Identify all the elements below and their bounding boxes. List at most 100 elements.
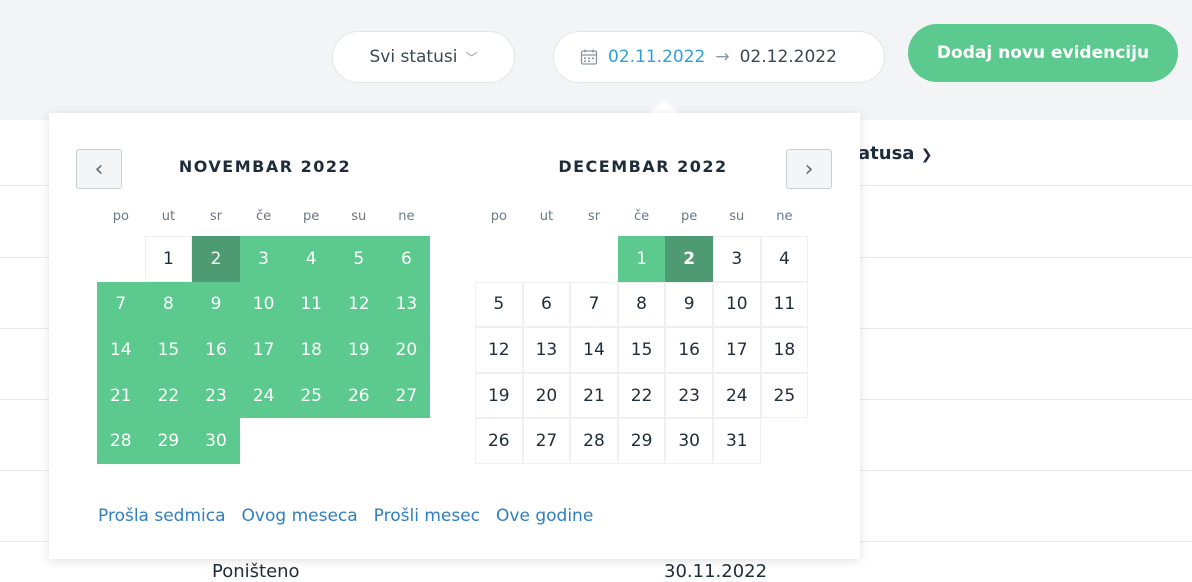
calendar-day[interactable]: 21	[97, 372, 145, 419]
calendar-day[interactable]: 11	[760, 281, 809, 328]
weekday-label: sr	[209, 209, 223, 224]
date-range-picker[interactable]: 02.11.2022 → 02.12.2022	[553, 31, 885, 83]
calendar-day[interactable]: 21	[570, 372, 618, 419]
calendar-day[interactable]: 8	[144, 281, 193, 328]
status-filter-dropdown[interactable]: Svi statusi ﹀	[332, 31, 515, 83]
weekday-label: ut	[161, 209, 176, 224]
calendar-icon	[580, 48, 598, 66]
calendar-day[interactable]: 4	[760, 236, 809, 282]
month-title: DECEMBAR 2022	[558, 157, 728, 176]
weekday-label: ne	[398, 209, 415, 224]
calendar-day[interactable]: 27	[382, 372, 431, 419]
quick-link-last-week[interactable]: Prošla sedmica	[98, 506, 226, 526]
calendar-day[interactable]: 7	[97, 281, 145, 328]
calendar-day[interactable]: 24	[239, 372, 288, 419]
calendar-day[interactable]: 25	[760, 372, 809, 419]
weekday-label: če	[256, 209, 272, 224]
table-cell: 30.11.2022	[664, 561, 768, 582]
calendar-day[interactable]: 30	[192, 418, 240, 464]
calendar-day[interactable]: 18	[760, 327, 809, 373]
calendar-day[interactable]: 13	[382, 281, 431, 328]
calendar-day[interactable]: 12	[334, 281, 383, 328]
empty-cell	[97, 236, 145, 282]
status-column-label: atusa	[858, 143, 915, 164]
calendar-day[interactable]: 9	[192, 281, 240, 328]
calendar-day[interactable]: 31	[712, 418, 761, 464]
calendar-day[interactable]: 18	[287, 327, 335, 373]
day-grid: 1 2 3 4 5 6 7 8 9 10 11 12 13 14 15 16 17 18 19 20 21 22 23 24 2…	[97, 236, 431, 464]
calendar-day[interactable]: 3	[712, 236, 761, 282]
empty-cell	[570, 236, 618, 282]
calendar-day[interactable]: 26	[334, 372, 383, 419]
calendar-day[interactable]: 15	[617, 327, 666, 373]
weekday-label: sr	[587, 209, 601, 224]
calendar-day[interactable]: 1	[144, 236, 193, 282]
status-filter-label: Svi statusi	[369, 47, 458, 67]
weekday-label: ne	[776, 209, 793, 224]
calendar-day[interactable]: 28	[570, 418, 618, 464]
calendar-day[interactable]: 6	[382, 236, 431, 282]
weekday-label: po	[490, 209, 507, 224]
popup-caret	[650, 99, 678, 113]
calendar-day[interactable]: 23	[192, 372, 240, 419]
weekday-label: po	[112, 209, 129, 224]
calendar-day[interactable]: 15	[144, 327, 193, 373]
date-from[interactable]: 02.11.2022	[608, 47, 705, 67]
calendar-day[interactable]: 23	[665, 372, 713, 419]
quick-range-links: Prošla sedmica Ovog meseca Prošli mesec …	[98, 506, 593, 526]
table-cell: Poništeno	[212, 561, 300, 582]
calendar-day[interactable]: 10	[712, 281, 761, 328]
calendar-day[interactable]: 13	[522, 327, 571, 373]
calendar-day[interactable]: 2	[192, 236, 240, 282]
calendar-day[interactable]: 1	[617, 236, 666, 282]
empty-cell	[523, 236, 571, 282]
calendar-day[interactable]: 5	[475, 281, 523, 328]
calendar-day[interactable]: 10	[239, 281, 288, 328]
calendar-day[interactable]: 3	[239, 236, 288, 282]
calendar-day[interactable]: 22	[144, 372, 193, 419]
calendar-day[interactable]: 11	[287, 281, 335, 328]
calendar-day[interactable]: 17	[712, 327, 761, 373]
calendar-day[interactable]: 16	[192, 327, 240, 373]
month-title: NOVEMBAR 2022	[178, 157, 352, 176]
date-to[interactable]: 02.12.2022	[740, 47, 837, 67]
weekday-label: pe	[303, 209, 320, 224]
calendar-day[interactable]: 20	[382, 327, 431, 373]
weekday-label: su	[729, 209, 745, 224]
calendar-day[interactable]: 19	[334, 327, 383, 373]
status-column-header[interactable]: atusa ❯	[858, 143, 932, 164]
calendar-day[interactable]: 29	[617, 418, 666, 464]
calendar-day[interactable]: 19	[475, 372, 523, 419]
chevron-down-icon: ﹀	[465, 50, 478, 65]
calendar-day[interactable]: 28	[97, 418, 145, 464]
quick-link-last-month[interactable]: Prošli mesec	[374, 506, 480, 526]
calendar-day[interactable]: 30	[665, 418, 713, 464]
toolbar: Svi statusi ﹀ 02.11.2022 → 02.12.2022 Do…	[0, 0, 1192, 120]
calendar-day[interactable]: 9	[665, 281, 713, 328]
quick-link-this-month[interactable]: Ovog meseca	[242, 506, 358, 526]
weekday-label: pe	[681, 209, 698, 224]
calendar-day[interactable]: 7	[570, 281, 618, 328]
calendar-day[interactable]: 5	[334, 236, 383, 282]
calendar-day[interactable]: 8	[617, 281, 666, 328]
calendar-day[interactable]: 14	[97, 327, 145, 373]
quick-link-this-year[interactable]: Ove godine	[496, 506, 593, 526]
calendar-day[interactable]: 22	[617, 372, 666, 419]
calendar-day[interactable]: 29	[144, 418, 193, 464]
chevron-down-icon: ❯	[920, 147, 933, 163]
calendar-day[interactable]: 2	[665, 236, 713, 282]
calendar-day[interactable]: 26	[475, 418, 523, 464]
day-grid: 1 2 3 4 5 6 7 8 9 10 11 12 13 14 15 16 17 18 19 20 21 22 23 24 2…	[475, 236, 809, 464]
calendar-day[interactable]: 12	[475, 327, 523, 373]
calendar-day[interactable]: 20	[522, 372, 571, 419]
calendar-day[interactable]: 24	[712, 372, 761, 419]
calendar-day[interactable]: 25	[287, 372, 335, 419]
arrow-right-icon: →	[715, 47, 730, 67]
calendar-day[interactable]: 27	[522, 418, 571, 464]
calendar-day[interactable]: 17	[239, 327, 288, 373]
calendar-day[interactable]: 4	[287, 236, 335, 282]
calendar-day[interactable]: 14	[570, 327, 618, 373]
calendar-day[interactable]: 6	[522, 281, 571, 328]
calendar-day[interactable]: 16	[665, 327, 713, 373]
add-record-button[interactable]: Dodaj novu evidenciju	[908, 24, 1178, 82]
